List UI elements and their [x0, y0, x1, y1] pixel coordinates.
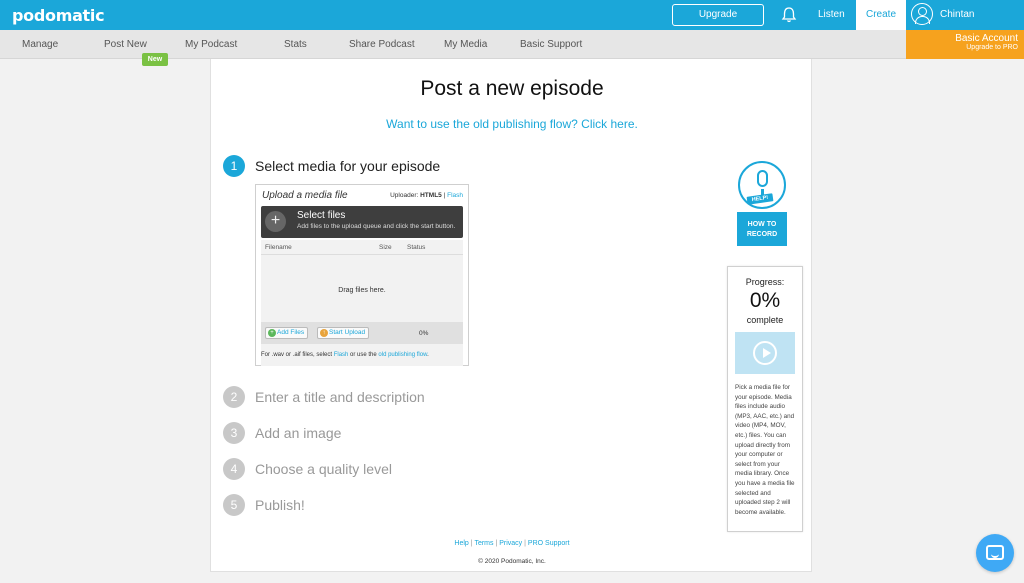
footer-help-link[interactable]: Help [454, 540, 468, 547]
select-files-button[interactable]: + Select files Add files to the upload q… [261, 206, 463, 238]
account-title: Basic Account [955, 33, 1018, 44]
uploader-note: For .wav or .aif files, select Flash or … [261, 352, 429, 358]
nav-my-media[interactable]: My Media [444, 39, 487, 50]
footer-terms-link[interactable]: Terms [474, 540, 493, 547]
step-label: Enter a title and description [255, 389, 425, 405]
media-preview[interactable] [735, 332, 795, 374]
footer-privacy-link[interactable]: Privacy [499, 540, 522, 547]
flash-mode-link[interactable]: Flash [447, 192, 463, 199]
how-to-line1: HOW TO [747, 221, 777, 228]
nav-share-podcast[interactable]: Share Podcast [349, 39, 415, 50]
note-middle: or use the [350, 352, 377, 358]
uploader-header: Upload a media file [262, 190, 348, 201]
bell-icon[interactable] [780, 6, 798, 24]
footer-links: Help | Terms | Privacy | PRO Support [211, 540, 813, 547]
footer-separator: | [495, 540, 498, 547]
progress-percent: 0% [749, 289, 781, 312]
nav-manage[interactable]: Manage [22, 39, 58, 50]
note-prefix: For .wav or .aif files, select [261, 352, 333, 358]
podomatic-logo[interactable]: podomatic [12, 6, 105, 25]
upload-arrow-icon: ↑ [320, 329, 328, 337]
step-label: Add an image [255, 425, 342, 441]
drop-zone-text: Drag files here. [338, 287, 386, 294]
note-flash-link[interactable]: Flash [334, 352, 349, 358]
progress-complete-label: complete [746, 315, 784, 325]
uploader-mode: Uploader: HTML5 | Flash [390, 192, 463, 199]
nav-post-new[interactable]: Post New [104, 39, 147, 50]
main-panel: Post a new episode Want to use the old p… [210, 59, 812, 572]
top-bar: podomatic Upgrade Listen Create Chintan [0, 0, 1024, 30]
upload-percent: 0% [419, 330, 429, 337]
user-avatar-icon [911, 3, 933, 25]
footer-pro-support-link[interactable]: PRO Support [528, 540, 570, 547]
step-label: Select media for your episode [255, 158, 441, 174]
media-uploader: Upload a media file Uploader: HTML5 | Fl… [255, 184, 469, 366]
how-to-record-button[interactable]: HOW TO RECORD [737, 212, 787, 246]
progress-panel: Progress: 0% complete Pick a media file … [727, 266, 803, 532]
add-icon: + [268, 329, 276, 337]
nav-my-podcast[interactable]: My Podcast [185, 39, 237, 50]
upgrade-button[interactable]: Upgrade [672, 4, 764, 26]
copyright: © 2020 Podomatic, Inc. [478, 558, 546, 565]
select-files-description: Add files to the upload queue and click … [297, 223, 456, 230]
old-flow-link[interactable]: Want to use the old publishing flow? Cli… [211, 117, 813, 131]
create-tab[interactable]: Create [856, 0, 906, 30]
step-number: 1 [223, 155, 245, 177]
how-to-line2: RECORD [746, 231, 778, 238]
user-menu[interactable]: Chintan [906, 0, 1024, 30]
progress-label: Progress: [745, 277, 785, 287]
new-badge: New [142, 53, 168, 66]
uploader-mode-current: HTML5 [420, 192, 442, 199]
chat-bubble-icon [986, 545, 1004, 560]
progress-description: Pick a media file for your episode. Medi… [735, 384, 795, 516]
footer-separator: | [470, 540, 473, 547]
note-old-flow-link[interactable]: old publishing flow [378, 352, 427, 358]
select-files-title: Select files [297, 210, 346, 221]
chat-launcher-button[interactable] [976, 534, 1014, 572]
username: Chintan [940, 9, 975, 20]
start-upload-button[interactable]: ↑ Start Upload [317, 327, 370, 339]
play-icon [753, 341, 777, 365]
col-size: Size [379, 244, 392, 251]
col-filename: Filename [265, 244, 292, 251]
nav-stats[interactable]: Stats [284, 39, 307, 50]
file-queue-table[interactable]: Filename Size Status Drag files here. + A… [261, 240, 463, 366]
logo-text: podomatic [12, 6, 105, 25]
step-label: Choose a quality level [255, 461, 392, 477]
col-status: Status [407, 244, 426, 251]
mic-head [757, 170, 768, 187]
step-number: 4 [223, 458, 245, 480]
start-upload-label: Start Upload [329, 329, 366, 336]
step-label: Publish! [255, 497, 305, 513]
add-files-button[interactable]: + Add Files [265, 327, 309, 339]
uploader-mode-prefix: Uploader: [390, 192, 419, 199]
step-number: 5 [223, 494, 245, 516]
how-to-record[interactable]: HELP! HOW TO RECORD [737, 161, 787, 247]
note-end: . [427, 352, 429, 358]
listen-link[interactable]: Listen [818, 9, 845, 20]
basic-account-banner[interactable]: Basic Account Upgrade to PRO [906, 30, 1024, 59]
upgrade-to-pro-link[interactable]: Upgrade to PRO [906, 44, 1018, 51]
file-table-header: Filename Size Status [261, 240, 463, 255]
plus-icon: + [265, 211, 286, 232]
step-number: 2 [223, 386, 245, 408]
page-title: Post a new episode [420, 77, 604, 100]
step-number: 3 [223, 422, 245, 444]
footer-separator: | [524, 540, 526, 547]
add-files-label: Add Files [277, 329, 305, 336]
nav-basic-support[interactable]: Basic Support [520, 39, 582, 50]
file-table-footer: + Add Files ↑ Start Upload 0% [261, 322, 463, 344]
